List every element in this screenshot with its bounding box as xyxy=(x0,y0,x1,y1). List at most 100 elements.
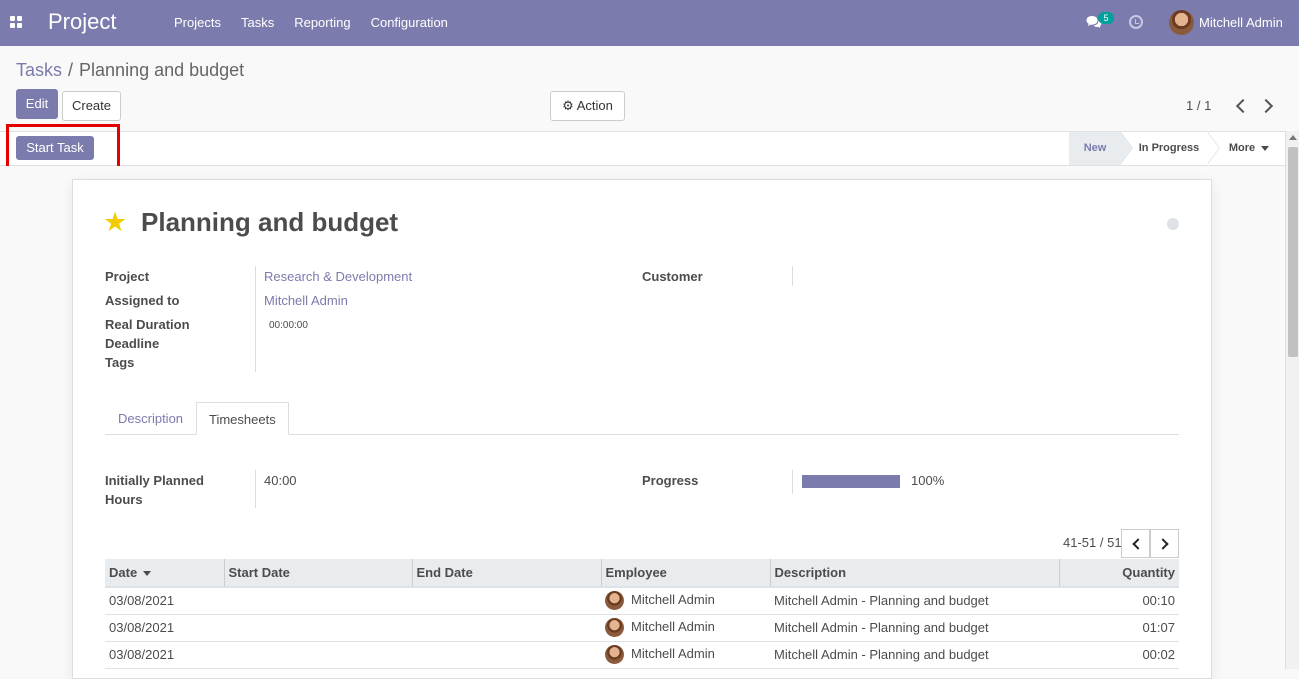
action-button[interactable]: ⚙ Action xyxy=(550,91,625,121)
chevron-left-icon xyxy=(1132,538,1144,550)
scroll-up-icon[interactable] xyxy=(1289,135,1297,140)
breadcrumb: Tasks / Planning and budget xyxy=(16,60,244,81)
column-header-end-date[interactable]: End Date xyxy=(412,559,602,588)
cell-quantity: 00:10 xyxy=(1059,587,1179,615)
edit-button[interactable]: Edit xyxy=(16,89,58,119)
column-header-description[interactable]: Description xyxy=(770,559,1060,588)
cell-quantity: 00:02 xyxy=(1059,641,1179,669)
breadcrumb-current: Planning and budget xyxy=(79,60,245,80)
cell-employee: Mitchell Admin xyxy=(601,641,770,669)
cell-date: 03/08/2021 xyxy=(105,614,224,642)
list-pager-value[interactable]: 41-51 / 51 xyxy=(1063,535,1122,550)
sort-desc-icon xyxy=(143,571,152,577)
cell-employee: Mitchell Admin xyxy=(601,587,770,615)
cell-start-date xyxy=(224,614,412,642)
list-pager-previous-button[interactable] xyxy=(1121,529,1150,558)
assigned-label: Assigned to xyxy=(105,293,180,308)
kanban-state-icon[interactable] xyxy=(1167,218,1179,230)
cell-date: 03/08/2021 xyxy=(105,641,224,669)
field-divider xyxy=(255,266,256,372)
cell-description: Mitchell Admin - Planning and budget xyxy=(770,641,1059,669)
main-menu: Projects Tasks Reporting Configuration xyxy=(164,0,458,46)
task-title[interactable]: Planning and budget xyxy=(141,207,398,238)
breadcrumb-tasks-link[interactable]: Tasks xyxy=(16,60,62,80)
project-label: Project xyxy=(105,269,150,284)
scrollbar-thumb[interactable] xyxy=(1288,147,1298,357)
action-button-label: Action xyxy=(576,98,613,113)
stage-in-progress[interactable]: In Progress xyxy=(1130,132,1208,165)
planned-hours-field[interactable]: 40:00 xyxy=(264,473,297,488)
page-scrollbar[interactable] xyxy=(1285,131,1299,669)
employee-avatar xyxy=(605,645,624,664)
list-pager-next-button[interactable] xyxy=(1150,529,1179,558)
progress-value: 100% xyxy=(911,473,945,488)
pager-previous-icon[interactable] xyxy=(1235,98,1251,114)
star-icon[interactable]: ★ xyxy=(103,209,127,236)
user-avatar[interactable] xyxy=(1169,10,1194,35)
cell-end-date xyxy=(412,641,601,669)
real-duration-field: 00:00:00 xyxy=(269,320,308,331)
planned-hours-label-line1: Initially Planned xyxy=(105,473,204,488)
cell-start-date xyxy=(224,641,412,669)
field-divider xyxy=(792,266,793,286)
employee-name: Mitchell Admin xyxy=(631,618,715,634)
create-button[interactable]: Create xyxy=(62,91,121,121)
top-navbar: Project Projects Tasks Reporting Configu… xyxy=(0,0,1299,46)
cell-end-date xyxy=(412,587,601,615)
timesheet-table: Date Start Date End Date Employee Descri… xyxy=(105,559,1179,669)
gear-icon: ⚙ xyxy=(562,98,574,113)
field-divider xyxy=(792,470,793,494)
employee-name: Mitchell Admin xyxy=(631,592,715,608)
project-field[interactable]: Research & Development xyxy=(264,269,412,284)
cell-date: 03/08/2021 xyxy=(105,587,224,615)
cell-end-date xyxy=(412,614,601,642)
stage-more-label: More xyxy=(1228,142,1256,154)
column-header-date[interactable]: Date xyxy=(105,559,225,588)
app-title[interactable]: Project xyxy=(48,9,116,35)
apps-grid-icon[interactable] xyxy=(10,16,22,28)
cell-description: Mitchell Admin - Planning and budget xyxy=(770,614,1059,642)
tab-timesheets[interactable]: Timesheets xyxy=(196,402,289,435)
employee-avatar xyxy=(605,618,624,637)
table-row[interactable]: 03/08/2021 Mitchell Admin Mitchell Admin… xyxy=(105,641,1179,669)
messages-badge: 5 xyxy=(1098,12,1114,24)
progress-label: Progress xyxy=(642,473,699,488)
real-duration-label: Real Duration xyxy=(105,317,190,332)
start-task-button[interactable]: Start Task xyxy=(16,136,94,160)
caret-down-icon xyxy=(1261,145,1270,151)
cell-description: Mitchell Admin - Planning and budget xyxy=(770,587,1059,615)
column-header-start-date[interactable]: Start Date xyxy=(224,559,413,588)
stage-more-dropdown[interactable]: More xyxy=(1220,132,1278,165)
employee-name: Mitchell Admin xyxy=(631,645,715,661)
pager-next-icon[interactable] xyxy=(1258,98,1274,114)
cell-employee: Mitchell Admin xyxy=(601,614,770,642)
breadcrumb-separator: / xyxy=(68,60,74,80)
menu-item-configuration[interactable]: Configuration xyxy=(361,0,458,46)
cell-start-date xyxy=(224,587,412,615)
chevron-right-icon xyxy=(1157,538,1169,550)
table-header-row: Date Start Date End Date Employee Descri… xyxy=(105,559,1179,588)
table-row[interactable]: 03/08/2021 Mitchell Admin Mitchell Admin… xyxy=(105,614,1179,642)
user-name[interactable]: Mitchell Admin xyxy=(1199,15,1283,30)
progress-bar xyxy=(802,475,900,488)
column-date-label: Date xyxy=(109,565,138,580)
menu-item-tasks[interactable]: Tasks xyxy=(231,0,284,46)
field-divider xyxy=(255,470,256,508)
column-header-employee[interactable]: Employee xyxy=(601,559,771,588)
assigned-to-field[interactable]: Mitchell Admin xyxy=(264,293,348,308)
menu-item-projects[interactable]: Projects xyxy=(164,0,231,46)
status-bar: Start Task New In Progress More xyxy=(0,131,1285,166)
tab-description[interactable]: Description xyxy=(106,402,195,435)
column-header-quantity[interactable]: Quantity xyxy=(1059,559,1179,588)
table-row[interactable]: 03/08/2021 Mitchell Admin Mitchell Admin… xyxy=(105,587,1179,615)
menu-item-reporting[interactable]: Reporting xyxy=(284,0,360,46)
stage-new[interactable]: New xyxy=(1069,132,1121,165)
planned-hours-label-line2: Hours xyxy=(105,492,143,507)
clock-icon[interactable] xyxy=(1129,15,1143,29)
record-pager-value[interactable]: 1 / 1 xyxy=(1186,98,1211,113)
deadline-label: Deadline xyxy=(105,336,160,351)
tags-label: Tags xyxy=(105,355,135,370)
customer-label: Customer xyxy=(642,269,703,284)
progress-bar-fill xyxy=(802,475,900,488)
cell-quantity: 01:07 xyxy=(1059,614,1179,642)
